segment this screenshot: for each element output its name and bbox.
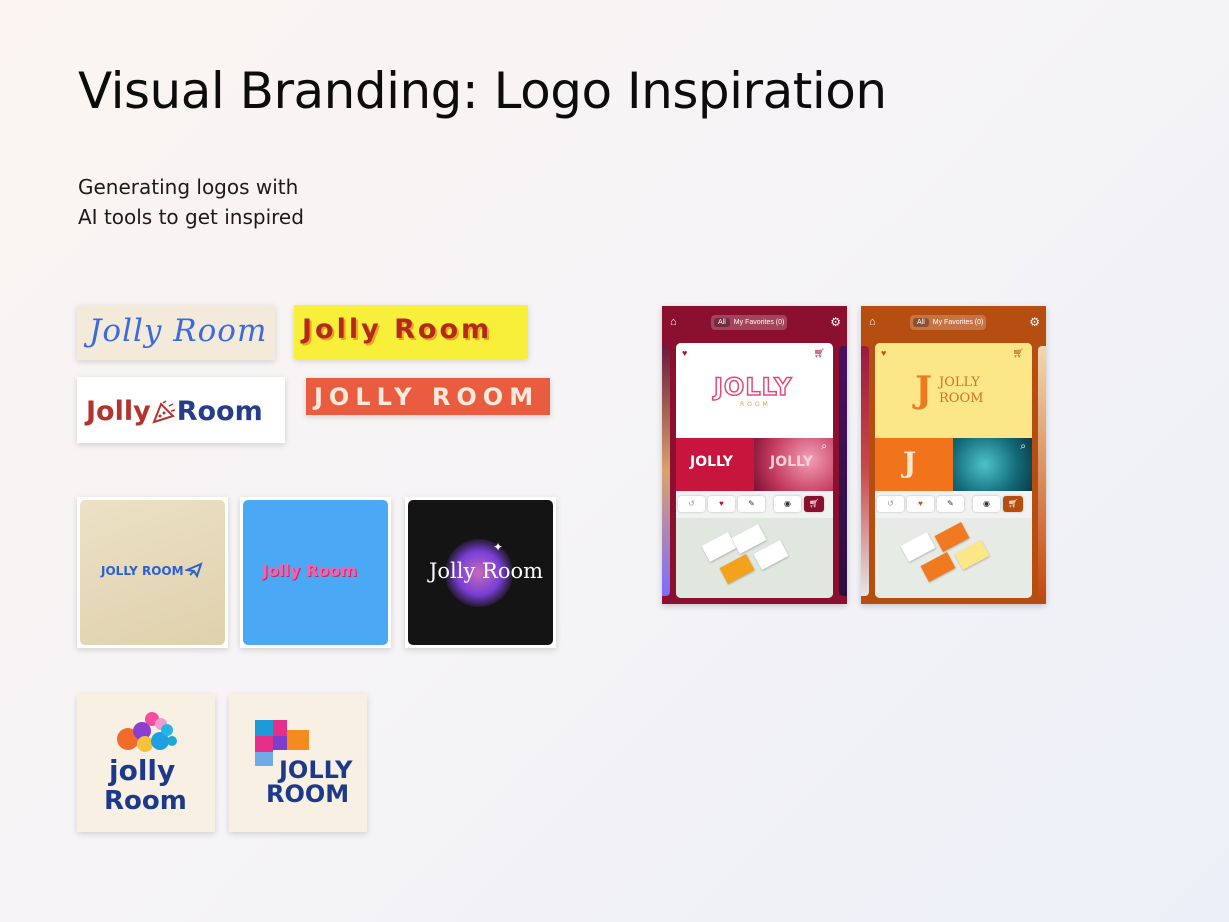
business-card: [920, 552, 956, 582]
logo-text-room: Room: [176, 396, 263, 427]
logo-text-line-1: jolly: [109, 754, 176, 787]
card-hero: ♥ 🛒︎ J JOLLY ROOM: [875, 343, 1032, 438]
business-card: [954, 540, 990, 570]
logo-tile-bubbles: jolly Room: [77, 694, 215, 832]
home-icon[interactable]: ⌂: [670, 316, 677, 328]
plane-icon: [183, 560, 203, 583]
logo-script-blue: Jolly Room: [77, 305, 275, 360]
next-card-peek: [839, 346, 847, 596]
logo-text-line-2: ROOM: [266, 780, 350, 808]
app-header: ⌂ All My Favorites (0) ⚙: [662, 306, 847, 340]
logo-tile-blue: Jolly Room: [240, 497, 391, 648]
thumb-logo: J: [903, 446, 917, 479]
history-icon[interactable]: ↺: [877, 496, 904, 512]
logo-confetti-white: Jolly Room: [77, 377, 285, 443]
hero-line-1: JOLLY: [939, 375, 980, 390]
heart-button[interactable]: ♥: [708, 496, 735, 512]
heart-icon[interactable]: ♥: [881, 348, 886, 358]
color-block: [273, 736, 287, 750]
heart-button[interactable]: ♥: [907, 496, 934, 512]
home-icon[interactable]: ⌂: [869, 316, 876, 328]
heart-icon[interactable]: ♥: [682, 348, 687, 358]
color-block: [273, 720, 287, 736]
subtitle-line-1: Generating logos with: [78, 175, 299, 199]
logo-text-jolly: Jolly: [86, 396, 151, 427]
logo-card: ♥ 🛒︎ J JOLLY ROOM J ⌕ ↺ ♥ ✎ ◉ 🛒︎: [875, 343, 1032, 598]
logo-tile-beige: JOLLY ROOM: [77, 497, 228, 648]
play-icon[interactable]: ◉: [973, 496, 1000, 512]
gear-icon[interactable]: ⚙: [1029, 315, 1040, 329]
logo-tile-dark: ✦ Jolly Room: [405, 497, 556, 648]
app-mockup-red: ⌂ All My Favorites (0) ⚙ ♥ 🛒︎ JOLLY ROOM…: [662, 306, 847, 604]
logo-text: JOLLY ROOM: [101, 564, 184, 578]
logo-retro-yellow: Jolly Room: [294, 305, 528, 359]
next-card-peek: [1038, 346, 1046, 596]
thumb-logo: JOLLY: [690, 454, 733, 470]
hero-logo: JOLLY: [713, 372, 793, 402]
app-mockup-orange: ⌂ All My Favorites (0) ⚙ ♥ 🛒︎ J JOLLY RO…: [861, 306, 1046, 604]
history-icon[interactable]: ↺: [678, 496, 705, 512]
logo-text: Jolly Room: [86, 396, 263, 427]
page-subtitle: Generating logos with AI tools to get in…: [78, 172, 358, 232]
color-block: [255, 752, 273, 766]
play-icon[interactable]: ◉: [774, 496, 801, 512]
thumb-logo: JOLLY: [770, 454, 813, 470]
prev-card-peek: [662, 346, 670, 596]
tab-all[interactable]: All: [714, 318, 730, 327]
cart-button[interactable]: 🛒︎: [804, 496, 824, 512]
card-toolbar: ↺ ♥ ✎ ◉ 🛒︎: [676, 491, 833, 518]
hero-letter: J: [915, 369, 933, 411]
logo-text: Jolly Room: [302, 314, 493, 345]
sparkle-icon: ✦: [493, 540, 504, 554]
logo-text: JOLLY ROOM: [314, 383, 540, 411]
bubble-dot: [161, 724, 173, 736]
page-title: Visual Branding: Logo Inspiration: [78, 62, 887, 120]
prev-card-peek: [861, 346, 869, 596]
cart-button[interactable]: 🛒︎: [1003, 496, 1023, 512]
tab-favorites[interactable]: My Favorites (0): [933, 319, 984, 326]
logo-card: ♥ 🛒︎ JOLLY ROOM JOLLY JOLLY ⌕ ↺ ♥ ✎ ◉ 🛒︎: [676, 343, 833, 598]
edit-icon[interactable]: ✎: [937, 496, 964, 512]
party-hat-icon: [151, 400, 177, 424]
thumbnail[interactable]: J: [875, 438, 953, 491]
logo-text: Jolly Room: [89, 313, 268, 349]
cart-icon[interactable]: 🛒︎: [1013, 348, 1024, 359]
logo-tile-blocks: JOLLY ROOM: [229, 694, 367, 832]
business-card: [753, 540, 789, 570]
thumbnail[interactable]: JOLLY ⌕: [754, 438, 833, 491]
search-icon[interactable]: ⌕: [821, 441, 827, 452]
app-header: ⌂ All My Favorites (0) ⚙: [861, 306, 1046, 340]
hero-line-2: ROOM: [939, 391, 984, 406]
bubble-dot: [167, 736, 177, 746]
search-icon[interactable]: ⌕: [1020, 441, 1026, 452]
tab-all[interactable]: All: [913, 318, 929, 327]
business-card: [701, 532, 737, 562]
business-card: [719, 554, 755, 584]
color-block: [255, 720, 273, 736]
logo-spaced-orange: JOLLY ROOM: [306, 378, 550, 415]
edit-icon[interactable]: ✎: [738, 496, 765, 512]
tab-switcher: All My Favorites (0): [910, 315, 987, 330]
logo-text: Jolly Room: [262, 561, 357, 580]
business-card-mockup: [676, 518, 833, 598]
tab-switcher: All My Favorites (0): [711, 315, 788, 330]
business-card-mockup: [875, 518, 1032, 598]
cart-icon[interactable]: 🛒︎: [814, 348, 825, 359]
gear-icon[interactable]: ⚙: [830, 315, 841, 329]
card-toolbar: ↺ ♥ ✎ ◉ 🛒︎: [875, 491, 1032, 518]
business-card: [900, 532, 936, 562]
logo-text: Jolly Room: [429, 559, 544, 583]
hero-sub: ROOM: [740, 401, 771, 408]
subtitle-line-2: AI tools to get inspired: [78, 205, 304, 229]
tab-favorites[interactable]: My Favorites (0): [734, 319, 785, 326]
thumbnail[interactable]: ⌕: [953, 438, 1032, 491]
card-hero: ♥ 🛒︎ JOLLY ROOM: [676, 343, 833, 438]
logo-text-line-2: Room: [104, 786, 187, 816]
color-block: [287, 730, 309, 750]
thumbnail[interactable]: JOLLY: [676, 438, 754, 491]
